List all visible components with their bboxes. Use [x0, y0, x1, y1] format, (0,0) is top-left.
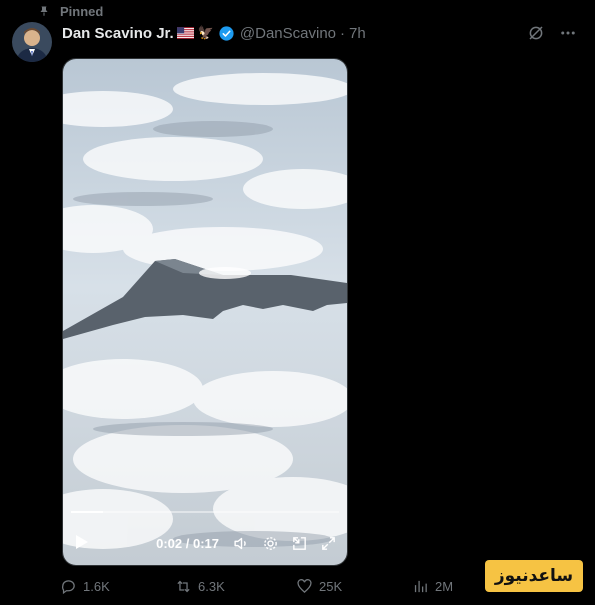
reply-count: 1.6K — [83, 579, 110, 594]
play-icon[interactable] — [75, 534, 89, 553]
settings-gear-icon[interactable] — [260, 533, 280, 553]
views-count: 2M — [435, 579, 454, 594]
views-button[interactable]: 2M — [412, 578, 453, 595]
pinned-indicator: Pinned — [38, 3, 103, 19]
verified-badge-icon — [218, 25, 235, 42]
tweet-header: Dan Scavino Jr. 🦅 @DanScavino · 7h — [62, 22, 583, 44]
watermark-logo: ساعدنیوز — [485, 560, 583, 592]
video-progress-bar[interactable] — [71, 511, 339, 513]
reply-button[interactable]: 1.6K — [60, 578, 110, 595]
watermark-text: ساعدنیوز — [494, 566, 574, 585]
video-player[interactable]: 0:02 / 0:17 — [62, 58, 348, 566]
video-progress-fill — [71, 511, 104, 513]
reply-icon — [62, 580, 75, 595]
pinned-label: Pinned — [60, 3, 104, 19]
repost-icon — [177, 580, 190, 593]
picture-in-picture-icon[interactable] — [289, 533, 309, 553]
views-chart-icon — [414, 580, 427, 593]
grok-icon[interactable] — [527, 24, 545, 47]
tweet-time[interactable]: 7h — [349, 25, 366, 42]
more-icon[interactable] — [559, 24, 577, 47]
repost-button[interactable]: 6.3K — [175, 578, 225, 595]
fullscreen-icon[interactable] — [318, 533, 338, 553]
separator-dot: · — [340, 24, 346, 42]
avatar[interactable] — [12, 22, 52, 62]
heart-icon — [297, 579, 312, 594]
tweet-actions: 1.6K 6.3K 25K 2M — [60, 578, 480, 598]
author-name[interactable]: Dan Scavino Jr. — [62, 25, 174, 42]
us-flag-icon — [176, 27, 194, 39]
volume-icon[interactable] — [231, 533, 251, 553]
like-button[interactable]: 25K — [296, 578, 342, 595]
author-handle[interactable]: @DanScavino — [240, 25, 336, 42]
video-frame — [63, 59, 347, 565]
video-controls: 0:02 / 0:17 — [63, 529, 347, 557]
video-timecode: 0:02 / 0:17 — [156, 535, 219, 551]
like-count: 25K — [319, 579, 343, 594]
tweet-top-actions — [527, 24, 577, 47]
eagle-icon: 🦅 — [197, 25, 214, 40]
pin-icon — [40, 6, 48, 16]
repost-count: 6.3K — [198, 579, 225, 594]
